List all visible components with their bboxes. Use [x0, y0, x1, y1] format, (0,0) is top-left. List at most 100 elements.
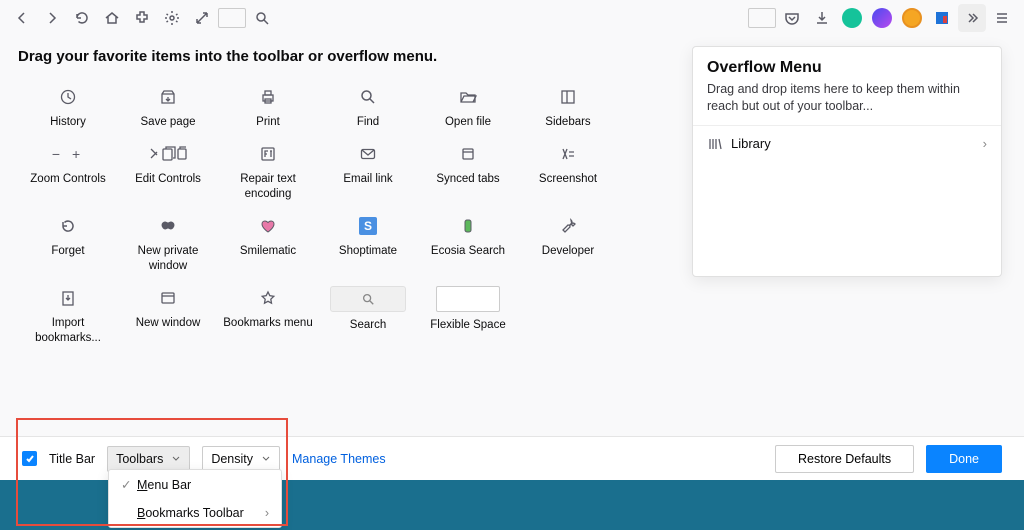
overflow-panel: Overflow Menu Drag and drop items here t…: [692, 46, 1002, 277]
item-label: New private window: [120, 244, 216, 274]
item-label: Forget: [20, 244, 116, 259]
dropdown-menu-bar[interactable]: ✓ Menu Bar: [109, 470, 281, 499]
grid-item-private[interactable]: New private window: [118, 208, 218, 280]
restore-defaults-button[interactable]: Restore Defaults: [775, 445, 914, 473]
grid-item-sidebars[interactable]: Sidebars: [518, 79, 618, 136]
repair-icon: [220, 142, 316, 166]
save-page-icon: [120, 85, 216, 109]
grid-item-flexible[interactable]: Flexible Space: [418, 280, 518, 352]
email-icon: [320, 142, 416, 166]
ext-grammarly-icon[interactable]: [838, 4, 866, 32]
forward-icon[interactable]: [38, 4, 66, 32]
item-label: New window: [120, 316, 216, 331]
ext-orange-icon[interactable]: [898, 4, 926, 32]
item-label: History: [20, 115, 116, 130]
item-label: Print: [220, 115, 316, 130]
fullscreen-icon[interactable]: [188, 4, 216, 32]
item-label: Flexible Space: [420, 318, 516, 333]
extensions-icon[interactable]: [128, 4, 156, 32]
grid-item-ecosia[interactable]: Ecosia Search: [418, 208, 518, 280]
find-icon: [320, 85, 416, 109]
grid-item-print[interactable]: Print: [218, 79, 318, 136]
flexible-space-icon: [436, 286, 500, 312]
item-label: Bookmarks menu: [220, 316, 316, 331]
grid-item-synced[interactable]: Synced tabs: [418, 136, 518, 208]
print-icon: [220, 85, 316, 109]
grid-item-shoptimate[interactable]: S Shoptimate: [318, 208, 418, 280]
chevron-right-icon: ›: [983, 136, 987, 151]
toolbar-placeholder[interactable]: [748, 8, 776, 28]
grid-item-smilematic[interactable]: Smilematic: [218, 208, 318, 280]
pocket-icon[interactable]: [778, 4, 806, 32]
history-icon: [20, 85, 116, 109]
toolbar-placeholder[interactable]: [218, 8, 246, 28]
grid-item-email[interactable]: Email link: [318, 136, 418, 208]
overflow-item-label: Library: [731, 136, 983, 151]
item-label: Email link: [320, 172, 416, 187]
import-icon: [20, 286, 116, 310]
chevron-right-icon: ›: [265, 506, 269, 520]
item-label: Repair text encoding: [220, 172, 316, 202]
grid-item-forget[interactable]: Forget: [18, 208, 118, 280]
ext-purple-icon[interactable]: [868, 4, 896, 32]
title-bar-checkbox[interactable]: [22, 451, 37, 466]
ext-blue-icon[interactable]: [928, 4, 956, 32]
item-label: Find: [320, 115, 416, 130]
title-bar-label: Title Bar: [49, 452, 95, 466]
density-select[interactable]: Density: [202, 446, 280, 472]
grid-item-zoom[interactable]: − +Zoom Controls: [18, 136, 118, 208]
item-label: Developer: [520, 244, 616, 259]
menu-icon[interactable]: [988, 4, 1016, 32]
manage-themes-link[interactable]: Manage Themes: [292, 452, 386, 466]
grid-item-search[interactable]: Search: [318, 280, 418, 352]
screenshot-icon: [520, 142, 616, 166]
search-icon[interactable]: [248, 4, 276, 32]
chevron-down-icon: [171, 454, 181, 464]
grid-item-save-page[interactable]: Save page: [118, 79, 218, 136]
grid-item-new-window[interactable]: New window: [118, 280, 218, 352]
customize-grid: HistorySave pagePrint Find Open file Sideba…: [18, 79, 638, 352]
open-file-icon: [420, 85, 516, 109]
grid-item-screenshot[interactable]: Screenshot: [518, 136, 618, 208]
grid-item-find[interactable]: Find: [318, 79, 418, 136]
reload-icon[interactable]: [68, 4, 96, 32]
grid-item-developer[interactable]: Developer: [518, 208, 618, 280]
toolbars-dropdown: ✓ Menu Bar Bookmarks Toolbar ›: [108, 469, 282, 528]
new-window-icon: [120, 286, 216, 310]
overflow-item-library[interactable]: Library ›: [693, 126, 1001, 276]
search-box-icon: [330, 286, 406, 312]
ecosia-icon: [420, 214, 516, 238]
synced-icon: [420, 142, 516, 166]
done-button[interactable]: Done: [926, 445, 1002, 473]
item-label: Open file: [420, 115, 516, 130]
grid-item-edit[interactable]: Edit Controls: [118, 136, 218, 208]
chevron-down-icon: [261, 454, 271, 464]
item-label: Import bookmarks...: [20, 316, 116, 346]
overflow-description: Drag and drop items here to keep them wi…: [707, 81, 987, 115]
downloads-icon[interactable]: [808, 4, 836, 32]
edit-icon: [120, 142, 216, 166]
toolbars-select[interactable]: Toolbars: [107, 446, 190, 472]
shoptimate-icon: S: [320, 214, 416, 238]
back-icon[interactable]: [8, 4, 36, 32]
developer-icon: [520, 214, 616, 238]
sidebars-icon: [520, 85, 616, 109]
settings-icon[interactable]: [158, 4, 186, 32]
smilematic-icon: [220, 214, 316, 238]
grid-item-history[interactable]: History: [18, 79, 118, 136]
dropdown-bookmarks-toolbar[interactable]: Bookmarks Toolbar ›: [109, 499, 281, 527]
zoom-icon: − +: [20, 142, 116, 166]
grid-item-bookmarks-menu[interactable]: Bookmarks menu: [218, 280, 318, 352]
overflow-title: Overflow Menu: [707, 59, 987, 77]
home-icon[interactable]: [98, 4, 126, 32]
private-icon: [120, 214, 216, 238]
item-label: Shoptimate: [320, 244, 416, 259]
grid-item-import[interactable]: Import bookmarks...: [18, 280, 118, 352]
grid-item-repair[interactable]: Repair text encoding: [218, 136, 318, 208]
grid-item-open-file[interactable]: Open file: [418, 79, 518, 136]
item-label: Sidebars: [520, 115, 616, 130]
library-icon: [707, 136, 723, 152]
item-label: Screenshot: [520, 172, 616, 187]
browser-toolbar: [0, 0, 1024, 36]
overflow-icon[interactable]: [958, 4, 986, 32]
